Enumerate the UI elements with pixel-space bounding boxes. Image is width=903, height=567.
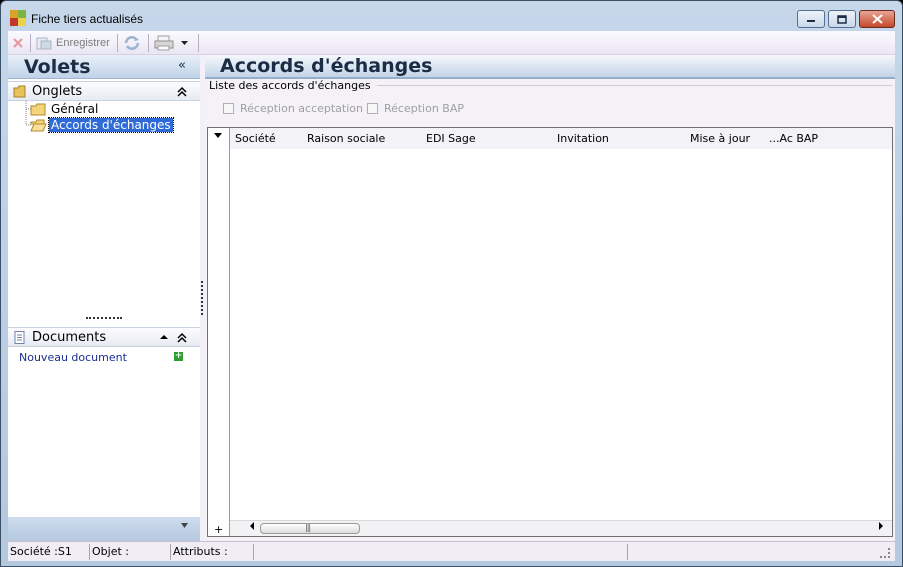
documents-section-header[interactable]: Documents [8,327,200,347]
resize-grip-icon[interactable] [880,548,890,558]
status-societe: Société :S1 [8,544,90,560]
double-chevron-up-icon[interactable] [177,86,187,98]
maximize-icon [837,14,847,24]
onglets-section-header[interactable]: Onglets [8,81,200,101]
add-row-button[interactable]: + [214,523,223,536]
left-panel: Volets « Onglets Général Accords d'échan… [8,55,200,541]
column-header-societe[interactable]: Société [235,132,276,145]
left-panel-footer [8,517,200,541]
column-header-raison-sociale[interactable]: Raison sociale [307,132,385,145]
documents-title: Documents [32,330,107,345]
reception-bap-checkbox[interactable]: Réception BAP [367,102,464,115]
toolbar-separator [148,34,149,52]
grid-row-header [208,128,230,536]
toolbar-separator [198,34,199,52]
checkbox-label: Réception BAP [384,102,464,115]
column-header-mise-a-jour[interactable]: Mise à jour [690,132,750,145]
folder-icon [30,103,46,115]
chevron-down-icon[interactable] [180,522,189,529]
status-attributs: Attributs : [171,544,254,560]
delete-button[interactable] [11,34,25,52]
checkbox-box[interactable] [223,103,234,114]
save-button[interactable]: Enregistrer [36,34,110,52]
close-window-button[interactable] [859,10,895,28]
open-folder-icon [30,119,47,131]
new-document-link[interactable]: Nouveau document [19,351,127,364]
status-bar: Société :S1 Objet : Attributs : [8,541,895,561]
print-button[interactable] [154,34,190,52]
horizontal-scrollbar[interactable]: ||| [230,520,892,536]
panel-splitter-handle[interactable] [86,317,122,319]
client-area: Enregistrer Volets « Onglets Général Acc… [8,31,895,561]
window-title: Fiche tiers actualisés [31,12,144,26]
group-divider [377,85,892,86]
printer-icon [154,35,174,51]
volets-title: Volets [24,56,91,78]
minimize-button[interactable] [797,10,825,28]
status-objet: Objet : [90,544,171,560]
volets-header: Volets « [8,55,200,79]
close-icon [871,14,883,24]
page-header: Accords d'échanges [205,55,895,79]
app-icon [10,10,26,26]
checkbox-label: Réception acceptation [240,102,363,115]
grip-icon: ||| [305,523,311,532]
chevron-down-icon[interactable] [180,39,190,47]
tree-item-general[interactable]: Général [30,101,100,117]
main-panel: Accords d'échanges Liste des accords d'é… [205,55,895,541]
chevron-up-icon[interactable] [159,333,169,341]
toolbar: Enregistrer [8,31,895,55]
title-bar[interactable]: Fiche tiers actualisés [1,1,902,31]
accords-grid[interactable]: Société Raison sociale EDI Sage Invitati… [207,127,893,537]
reception-acceptation-checkbox[interactable]: Réception acceptation [223,102,363,115]
group-label: Liste des accords d'échanges [209,79,374,92]
column-header-edi-sage[interactable]: EDI Sage [426,132,476,145]
onglets-title: Onglets [32,84,83,99]
folder-icon [13,85,26,98]
grid-header: Société Raison sociale EDI Sage Invitati… [230,128,892,149]
delete-x-icon [13,38,23,48]
toolbar-separator [30,34,31,52]
application-window: Fiche tiers actualisés Enregistrer Volet… [0,0,903,567]
tree-item-label: Accords d'échanges [48,117,174,133]
tree-item-label: Général [51,102,99,116]
double-chevron-up-icon[interactable] [177,332,187,344]
document-icon [14,331,25,344]
maximize-button[interactable] [828,10,856,28]
column-chooser-icon[interactable] [214,133,223,139]
scroll-left-icon[interactable] [249,522,255,531]
column-header-ac-bap[interactable]: ...Ac BAP [769,132,818,145]
scrollbar-thumb[interactable]: ||| [260,523,360,534]
add-icon[interactable]: + [174,352,183,361]
refresh-button[interactable] [123,34,141,52]
save-label: Enregistrer [56,37,110,49]
status-empty-cell [254,544,628,560]
toolbar-separator [117,34,118,52]
save-icon [36,37,52,50]
collapse-panel-button[interactable]: « [178,58,186,73]
checkbox-box[interactable] [367,103,378,114]
page-title: Accords d'échanges [220,55,433,77]
column-header-invitation[interactable]: Invitation [557,132,609,145]
minimize-icon [807,20,815,22]
refresh-icon [124,36,140,50]
tree-item-accords-echanges[interactable]: Accords d'échanges [30,117,174,133]
scroll-right-icon[interactable] [878,522,884,531]
vertical-splitter-handle[interactable] [201,281,203,315]
